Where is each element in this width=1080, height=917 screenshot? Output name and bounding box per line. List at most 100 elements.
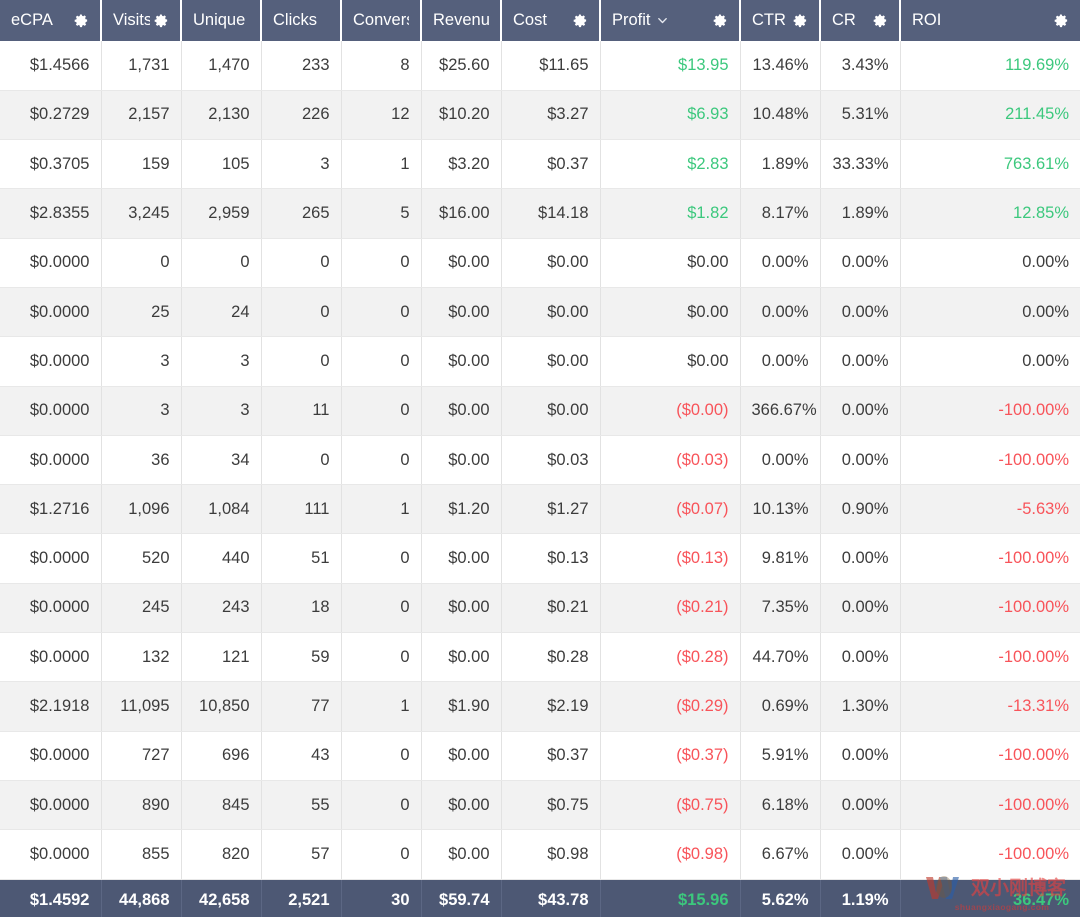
gear-icon[interactable] <box>793 13 808 28</box>
cell-roi: 763.61% <box>900 139 1080 190</box>
column-header-label: Clicks <box>273 11 317 29</box>
cell-clicks: 265 <box>261 188 342 239</box>
table-row[interactable]: $0.0000 3 3 11 0 $0.00 $0.00 ($0.00) 366.67% 0.00… <box>0 386 1080 436</box>
cell-ctr: 1.89% <box>740 139 821 190</box>
cell-ecpa: $0.3705 <box>0 139 102 190</box>
cell-clicks: 0 <box>261 287 342 338</box>
cell-ecpa: $0.0000 <box>0 287 102 338</box>
cell-ctr: 0.00% <box>740 336 821 387</box>
table-row[interactable]: $0.0000 132 121 59 0 $0.00 $0.28 ($0.28) 44.70% 0… <box>0 632 1080 683</box>
cell-profit: $6.93 <box>600 90 741 141</box>
column-header-revenue[interactable]: Revenue <box>421 0 502 41</box>
cell-clicks: 51 <box>261 533 342 584</box>
table-row[interactable]: $0.0000 727 696 43 0 $0.00 $0.37 ($0.37) 5.91% 0.… <box>0 731 1080 781</box>
cell-revenue: $0.00 <box>421 336 502 387</box>
cell-ecpa: $1.2716 <box>0 484 102 535</box>
cell-unique-vi: 3 <box>181 336 262 387</box>
column-header-visits[interactable]: Visits <box>101 0 182 41</box>
cell-clicks: 111 <box>261 484 342 535</box>
cell-ctr: 0.00% <box>740 287 821 338</box>
chevron-down-icon[interactable] <box>657 15 668 26</box>
cell-clicks: 226 <box>261 90 342 141</box>
gear-icon[interactable] <box>1054 13 1069 28</box>
cell-cr: 0.00% <box>820 287 901 338</box>
cell-revenue: $1.90 <box>421 681 502 732</box>
column-header-ctr[interactable]: CTR <box>740 0 821 41</box>
cell-unique-vi: 820 <box>181 829 262 880</box>
cell-clicks: 0 <box>261 435 342 486</box>
column-header-label: Profit <box>612 11 651 29</box>
cell-unique-vi: 243 <box>181 583 262 634</box>
cell-visits: 0 <box>101 238 182 288</box>
cell-profit: $0.00 <box>600 336 741 387</box>
cell-convers: 12 <box>341 90 422 141</box>
table-row[interactable]: $1.4566 1,731 1,470 233 8 $25.60 $11.65 $13.95 1… <box>0 41 1080 91</box>
table-row[interactable]: $2.8355 3,245 2,959 265 5 $16.00 $14.18 $1.82 8.… <box>0 188 1080 239</box>
cell-ecpa: $0.0000 <box>0 632 102 683</box>
total-cell-roi: 36.47% <box>1013 891 1069 910</box>
cell-ecpa: $0.2729 <box>0 90 102 141</box>
table-footer: $1.4592 44,868 42,658 2,521 30 $59.74 $43.78 $1… <box>0 879 1080 917</box>
table-row[interactable]: $0.0000 25 24 0 0 $0.00 $0.00 $0.00 0.00% 0.00% 0.… <box>0 287 1080 338</box>
cell-cost: $0.21 <box>501 583 601 634</box>
cell-ctr: 6.18% <box>740 780 821 831</box>
column-header-cr[interactable]: CR <box>820 0 901 41</box>
cell-ctr: 10.13% <box>740 484 821 535</box>
table-row[interactable]: $0.0000 855 820 57 0 $0.00 $0.98 ($0.98) 6.67% 0.… <box>0 829 1080 880</box>
cell-ecpa: $0.0000 <box>0 238 102 288</box>
cell-cost: $11.65 <box>501 41 601 91</box>
column-header-profit[interactable]: Profit <box>600 0 741 41</box>
column-header-cost[interactable]: Cost <box>501 0 601 41</box>
cell-cr: 0.00% <box>820 386 901 436</box>
cell-profit: ($0.28) <box>600 632 741 683</box>
column-header-ecpa[interactable]: eCPA <box>0 0 102 41</box>
cell-cr: 1.30% <box>820 681 901 732</box>
cell-roi: -100.00% <box>900 780 1080 831</box>
column-header-unique-vi[interactable]: Unique vi <box>181 0 262 41</box>
table-row[interactable]: $0.0000 890 845 55 0 $0.00 $0.75 ($0.75) 6.18% 0.… <box>0 780 1080 831</box>
stats-table-panel: eCPA Visits Unique vi Clicks Convers Revenue C… <box>0 0 1080 917</box>
cell-profit: $1.82 <box>600 188 741 239</box>
cell-profit: ($0.29) <box>600 681 741 732</box>
cell-profit: ($0.13) <box>600 533 741 584</box>
cell-convers: 0 <box>341 583 422 634</box>
table-row[interactable]: $0.2729 2,157 2,130 226 12 $10.20 $3.27 $6.93 10… <box>0 90 1080 141</box>
cell-profit: ($0.07) <box>600 484 741 535</box>
table-row[interactable]: $0.3705 159 105 3 1 $3.20 $0.37 $2.83 1.89% 33.33… <box>0 139 1080 190</box>
cell-unique-vi: 121 <box>181 632 262 683</box>
cell-revenue: $3.20 <box>421 139 502 190</box>
cell-ctr: 0.69% <box>740 681 821 732</box>
cell-cost: $0.28 <box>501 632 601 683</box>
cell-unique-vi: 1,084 <box>181 484 262 535</box>
cell-roi: -100.00% <box>900 731 1080 781</box>
column-header-clicks[interactable]: Clicks <box>261 0 342 41</box>
cell-cost: $14.18 <box>501 188 601 239</box>
table-row[interactable]: $0.0000 3 3 0 0 $0.00 $0.00 $0.00 0.00% 0.00% 0.00… <box>0 336 1080 387</box>
gear-icon[interactable] <box>154 13 169 28</box>
gear-icon[interactable] <box>873 13 888 28</box>
cell-roi: 0.00% <box>900 287 1080 338</box>
performance-stats-table: eCPA Visits Unique vi Clicks Convers Revenue C… <box>0 0 1080 917</box>
column-header-roi[interactable]: ROI <box>900 0 1080 41</box>
cell-clicks: 43 <box>261 731 342 781</box>
cell-roi: -100.00% <box>900 533 1080 584</box>
cell-convers: 0 <box>341 287 422 338</box>
table-row[interactable]: $2.1918 11,095 10,850 77 1 $1.90 $2.19 ($0.29) 0… <box>0 681 1080 732</box>
column-header-convers[interactable]: Convers <box>341 0 422 41</box>
cell-convers: 0 <box>341 533 422 584</box>
cell-cr: 1.89% <box>820 188 901 239</box>
table-row[interactable]: $0.0000 520 440 51 0 $0.00 $0.13 ($0.13) 9.81% 0.… <box>0 533 1080 584</box>
gear-icon[interactable] <box>713 13 728 28</box>
cell-convers: 8 <box>341 41 422 91</box>
table-row[interactable]: $0.0000 36 34 0 0 $0.00 $0.03 ($0.03) 0.00% 0.00%… <box>0 435 1080 486</box>
cell-profit: $2.83 <box>600 139 741 190</box>
gear-icon[interactable] <box>573 13 588 28</box>
table-row[interactable]: $0.0000 245 243 18 0 $0.00 $0.21 ($0.21) 7.35% 0.… <box>0 583 1080 634</box>
cell-cost: $0.00 <box>501 287 601 338</box>
table-row[interactable]: $1.2716 1,096 1,084 111 1 $1.20 $1.27 ($0.07) 10… <box>0 484 1080 535</box>
table-header-row: eCPA Visits Unique vi Clicks Convers Revenue C… <box>0 0 1080 41</box>
cell-profit: $0.00 <box>600 287 741 338</box>
cell-ecpa: $1.4566 <box>0 41 102 91</box>
table-row[interactable]: $0.0000 0 0 0 0 $0.00 $0.00 $0.00 0.00% 0.00% 0.00… <box>0 238 1080 288</box>
gear-icon[interactable] <box>74 13 89 28</box>
